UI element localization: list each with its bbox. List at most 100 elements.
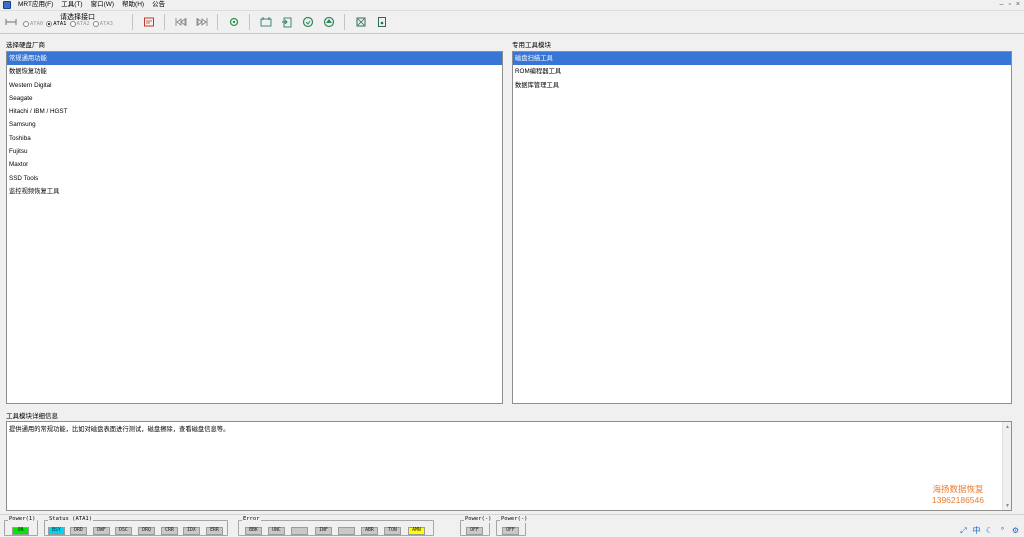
- detail-panel-title: 工具模块详细信息: [6, 413, 58, 420]
- radio-checked-icon: [46, 21, 53, 27]
- next-button[interactable]: [194, 15, 209, 30]
- port-ata2[interactable]: ATA2: [69, 21, 90, 27]
- scroll-down-icon[interactable]: ▼: [1003, 501, 1012, 510]
- rst-button[interactable]: [258, 15, 273, 30]
- list-item[interactable]: 数据库管理工具: [513, 79, 1011, 92]
- status-dsc: DSC: [115, 527, 132, 535]
- chip-icon: [356, 17, 365, 27]
- up-button[interactable]: [321, 15, 336, 30]
- restore-icon[interactable]: ▫: [1008, 0, 1010, 10]
- list-item[interactable]: Hitachi / IBM / HGST: [7, 105, 502, 118]
- error-abr: ABR: [361, 527, 378, 535]
- status-dwf: DWF: [93, 527, 110, 535]
- close-icon[interactable]: ×: [1016, 0, 1020, 10]
- toolbar-separator: [344, 14, 345, 30]
- list-item[interactable]: 磁盘扫描工具: [513, 52, 1011, 66]
- note-icon: [377, 17, 386, 27]
- minimize-icon[interactable]: –: [1000, 0, 1004, 10]
- menu-announcement[interactable]: 公告: [148, 0, 169, 10]
- status-idx: IDX: [183, 527, 200, 535]
- gear-icon[interactable]: ⚙: [1011, 526, 1020, 535]
- error-inf: INF: [315, 527, 332, 535]
- power1-title: Power(1): [8, 516, 37, 523]
- settings-icon: [229, 17, 238, 27]
- power1-on-indicator: ON: [12, 527, 29, 535]
- watermark: 海扬数据恢复 13962186546: [918, 484, 998, 506]
- radio-icon: [23, 21, 29, 27]
- list-item[interactable]: Fujitsu: [7, 145, 502, 158]
- card-button[interactable]: [141, 15, 156, 30]
- prev-icon: [175, 18, 186, 26]
- watermark-line1: 海扬数据恢复: [932, 484, 984, 494]
- menu-help[interactable]: 帮助(H): [118, 0, 148, 10]
- error-title: Error: [242, 516, 261, 523]
- error-group: Error BBK UNC INF ABR TON AMN: [238, 516, 434, 536]
- fullscreen-icon[interactable]: ⤢: [959, 526, 968, 535]
- port-selector: 请选择接口 ATA0 ATA1 ATA2 ATA3: [23, 11, 127, 33]
- list-item[interactable]: ROM编程器工具: [513, 65, 1011, 78]
- export-icon: [281, 17, 291, 28]
- port-ata0[interactable]: ATA0: [23, 21, 43, 27]
- note-button[interactable]: [374, 15, 389, 30]
- chip-button[interactable]: [353, 15, 368, 30]
- list-item[interactable]: 监控视频恢复工具: [7, 185, 502, 198]
- watermark-line2: 13962186546: [931, 495, 984, 505]
- status-bsy: BSY: [48, 527, 65, 535]
- prev-button[interactable]: [173, 15, 188, 30]
- list-item[interactable]: 常规通用功能: [7, 52, 502, 66]
- list-item[interactable]: Toshiba: [7, 132, 502, 145]
- status-title: Status (ATA1): [48, 516, 94, 523]
- error-blank-2: [338, 527, 355, 535]
- status-bar: Power(1) ON Status (ATA1) BSY DRD DWF DS…: [0, 514, 1024, 537]
- radio-icon: [92, 21, 99, 27]
- detail-scrollbar[interactable]: ▲ ▼: [1002, 422, 1011, 510]
- list-item[interactable]: SSD Tools: [7, 172, 502, 185]
- toolbar-separator: [249, 14, 250, 30]
- error-unc: UNC: [268, 527, 285, 535]
- punctuation-icon[interactable]: °: [998, 526, 1007, 535]
- up-icon: [323, 16, 334, 28]
- export-button[interactable]: [279, 15, 294, 30]
- error-amn: AMN: [408, 527, 425, 535]
- refresh-button[interactable]: [300, 15, 315, 30]
- menu-tools[interactable]: 工具(T): [57, 0, 86, 10]
- scroll-up-icon[interactable]: ▲: [1003, 422, 1012, 431]
- power-b-title: Power(-): [500, 516, 529, 523]
- status-group: Status (ATA1) BSY DRD DWF DSC DRQ CRR ID…: [44, 516, 228, 536]
- status-drd: DRD: [70, 527, 87, 535]
- vendor-panel-title: 选择硬盘厂商: [6, 42, 45, 49]
- power-a-title: Power(-): [464, 516, 493, 523]
- power-b-group: Power(-) OFF: [496, 516, 529, 536]
- power1-group: Power(1) ON: [4, 516, 38, 536]
- list-item[interactable]: Seagate: [7, 92, 502, 105]
- tool-list[interactable]: 磁盘扫描工具 ROM编程器工具 数据库管理工具: [512, 51, 1012, 404]
- list-item[interactable]: Maxtor: [7, 158, 502, 171]
- status-crr: CRR: [161, 527, 178, 535]
- toolbar-separator: [164, 14, 165, 30]
- next-icon: [196, 18, 207, 26]
- toolbar-separator: [217, 14, 218, 30]
- menubar: MRT应用(F) 工具(T) 窗口(W) 帮助(H) 公告 – ▫ ×: [0, 0, 1024, 10]
- menu-app[interactable]: MRT应用(F): [14, 0, 57, 10]
- moon-icon[interactable]: ☾: [985, 526, 994, 535]
- connect-button[interactable]: [3, 15, 18, 30]
- list-item[interactable]: Western Digital: [7, 79, 502, 92]
- error-bbk: BBK: [245, 527, 262, 535]
- list-item[interactable]: 数据恢复功能: [7, 65, 502, 78]
- status-drq: DRQ: [138, 527, 155, 535]
- port-ata1[interactable]: ATA1: [46, 21, 67, 27]
- menu-window[interactable]: 窗口(W): [87, 0, 118, 10]
- list-item[interactable]: Samsung: [7, 118, 502, 131]
- refresh-icon: [302, 16, 313, 28]
- ime-indicator[interactable]: 中: [972, 526, 981, 535]
- connect-icon: [4, 19, 17, 25]
- tool-panel-title: 专用工具模块: [512, 42, 551, 49]
- rst-icon: [260, 17, 271, 27]
- card-icon: [143, 17, 154, 27]
- vendor-list[interactable]: 常规通用功能 数据恢复功能 Western Digital Seagate Hi…: [6, 51, 503, 404]
- settings-button[interactable]: [226, 15, 241, 30]
- port-ata3[interactable]: ATA3: [92, 21, 113, 27]
- toolbar-separator: [132, 14, 133, 30]
- detail-text[interactable]: 提供通用的常规功能，比如对磁盘表面进行测试，磁盘擦除，查看磁盘信息等。 ▲ ▼: [6, 421, 1012, 511]
- system-tray: ⤢ 中 ☾ ° ⚙: [959, 526, 1020, 535]
